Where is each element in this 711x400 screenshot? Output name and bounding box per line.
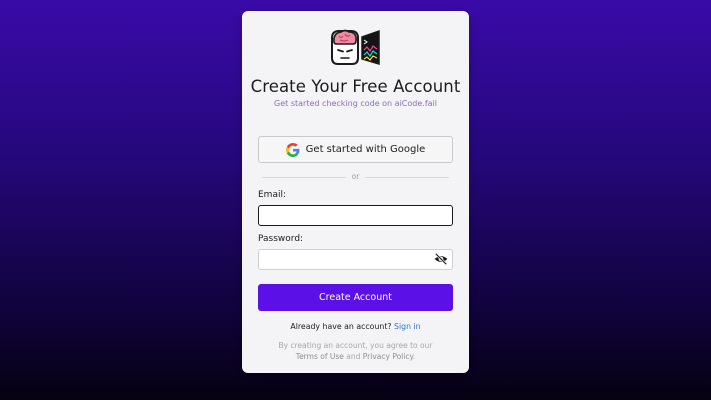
divider-line-right xyxy=(365,177,449,178)
brain-robot-logo-icon xyxy=(331,29,380,66)
terms-suffix: . xyxy=(412,352,416,361)
signin-prompt-text: Already have an account? xyxy=(290,322,392,331)
create-account-button[interactable]: Create Account xyxy=(258,284,453,311)
page-subtitle: Get started checking code on aiCode.fail xyxy=(274,99,437,108)
terms-and: and xyxy=(346,352,361,361)
eye-slash-icon[interactable] xyxy=(434,253,448,265)
signin-prompt: Already have an account? Sign in xyxy=(242,322,469,331)
or-divider: or xyxy=(262,171,449,183)
google-g-icon xyxy=(285,142,300,157)
signup-card: Create Your Free Account Get started che… xyxy=(242,11,469,373)
email-field[interactable] xyxy=(258,205,453,226)
email-label: Email: xyxy=(258,190,287,200)
password-field[interactable] xyxy=(258,249,453,270)
page-title: Create Your Free Account xyxy=(250,77,461,96)
terms-of-use-link[interactable]: Terms of Use xyxy=(296,352,344,361)
password-label: Password: xyxy=(258,234,304,244)
google-signup-button[interactable]: Get started with Google xyxy=(258,136,453,163)
signin-link[interactable]: Sign in xyxy=(394,322,421,331)
google-button-label: Get started with Google xyxy=(305,144,426,155)
privacy-policy-link[interactable]: Privacy Policy xyxy=(363,352,413,361)
terms-prefix: By creating an account, you agree to our xyxy=(278,341,433,350)
terms-notice: By creating an account, you agree to our… xyxy=(242,340,469,362)
